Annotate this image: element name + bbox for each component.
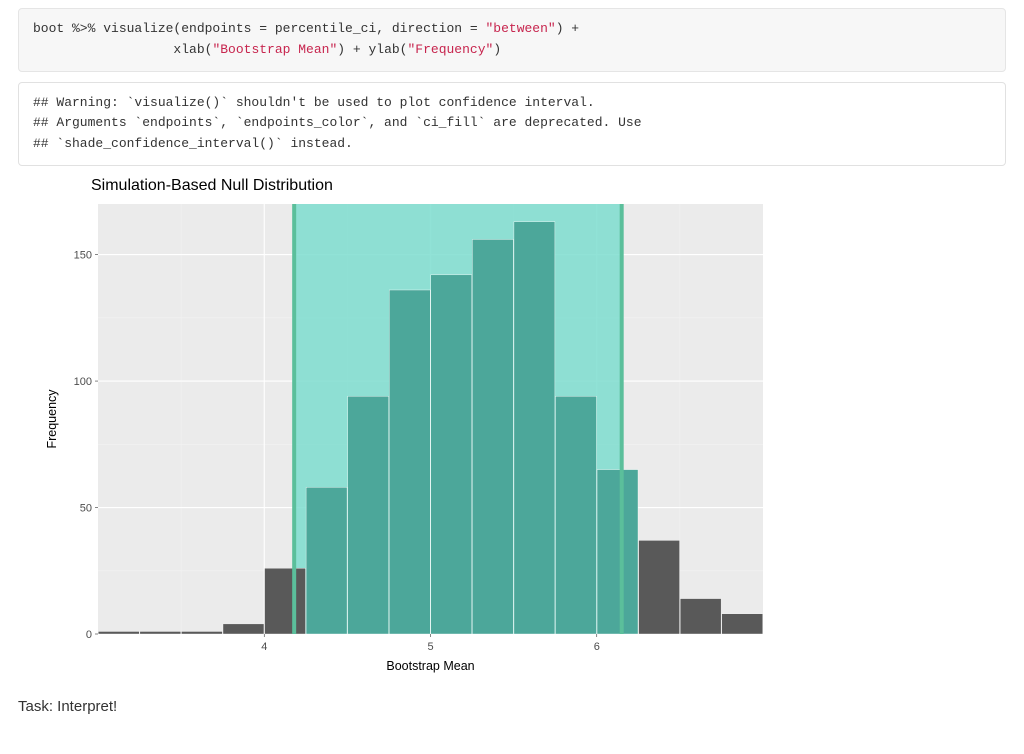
- histogram-bar: [472, 239, 513, 634]
- code-text: xlab(: [33, 42, 212, 57]
- histogram-bar: [306, 487, 347, 634]
- code-text: ) + ylab(: [337, 42, 407, 57]
- y-tick-label: 0: [86, 629, 92, 641]
- code-string: "Bootstrap Mean": [212, 42, 337, 57]
- histogram-bar: [639, 540, 680, 634]
- histogram-bar: [223, 624, 264, 634]
- y-tick-label: 50: [80, 503, 92, 515]
- histogram-bar: [140, 631, 181, 634]
- warning-block: ## Warning: `visualize()` shouldn't be u…: [18, 82, 1006, 166]
- histogram-bar: [597, 470, 638, 634]
- x-axis-label: Bootstrap Mean: [386, 659, 474, 673]
- y-tick-label: 100: [74, 376, 92, 388]
- histogram-bar: [680, 599, 721, 634]
- task-text: Task: Interpret!: [18, 698, 1006, 715]
- y-axis-label: Frequency: [45, 389, 59, 449]
- warning-line: ## Warning: `visualize()` shouldn't be u…: [33, 95, 595, 110]
- warning-line: ## `shade_confidence_interval()` instead…: [33, 136, 353, 151]
- histogram-chart: Simulation-Based Null Distribution 0 50 100…: [38, 174, 778, 684]
- x-tick-label: 5: [427, 641, 433, 653]
- histogram-bar: [389, 290, 430, 634]
- x-tick-label: 4: [261, 641, 267, 653]
- histogram-bar: [265, 568, 306, 634]
- histogram-bar: [555, 396, 596, 634]
- histogram-bar: [722, 614, 763, 634]
- histogram-bar: [181, 631, 222, 634]
- chart-title: Simulation-Based Null Distribution: [91, 177, 333, 194]
- code-string: "Frequency": [407, 42, 493, 57]
- code-text: ): [493, 42, 501, 57]
- code-text: ) +: [556, 21, 579, 36]
- x-tick-label: 6: [594, 641, 600, 653]
- y-tick-label: 150: [74, 250, 92, 262]
- histogram-bar: [431, 275, 472, 634]
- chart-container: Simulation-Based Null Distribution 0 50 100…: [38, 174, 778, 684]
- histogram-bar: [348, 396, 389, 634]
- histogram-bar: [98, 631, 139, 634]
- code-text: boot %>% visualize(endpoints = percentil…: [33, 21, 485, 36]
- warning-line: ## Arguments `endpoints`, `endpoints_col…: [33, 115, 642, 130]
- code-string: "between": [485, 21, 555, 36]
- histogram-bar: [514, 222, 555, 634]
- code-block: boot %>% visualize(endpoints = percentil…: [18, 8, 1006, 72]
